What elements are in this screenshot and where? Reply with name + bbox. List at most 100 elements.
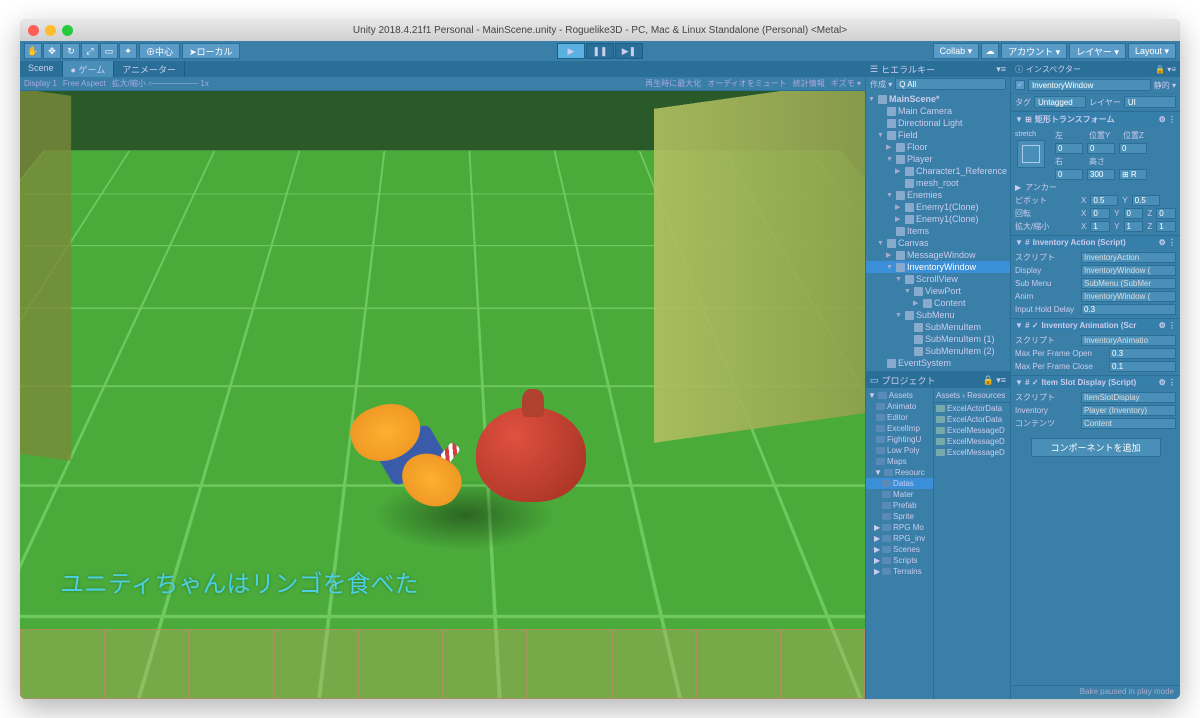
tab-scene[interactable]: Scene [20, 61, 63, 77]
project-folder[interactable]: ▶RPG Mo [866, 522, 933, 533]
cloud-icon[interactable]: ☁ [981, 43, 999, 59]
slot[interactable] [612, 629, 697, 699]
project-folder[interactable]: ▶Scenes [866, 544, 933, 555]
breadcrumb[interactable]: Assets › Resources [934, 390, 1010, 403]
project-folder[interactable]: Maps [866, 456, 933, 467]
hierarchy-item[interactable]: ▼Canvas [866, 237, 1010, 249]
gear-icon[interactable]: ⚙ ⋮ [1159, 378, 1176, 387]
inventory-action-header[interactable]: ▼ #Inventory Action (Script) ⚙ ⋮ [1011, 235, 1180, 249]
scale-tool-icon[interactable]: ⤢ [81, 43, 99, 59]
collab-button[interactable]: Collab ▾ [933, 43, 980, 59]
open-field[interactable]: 0.3 [1109, 348, 1176, 359]
project-folder[interactable]: ▶RPG_inv [866, 533, 933, 544]
project-folders[interactable]: ▼AssetsAnimatoEditorExcelImpFightingULow… [866, 388, 934, 699]
hierarchy-tree[interactable]: ▼MainScene*Main CameraDirectional Light▼… [866, 91, 1010, 371]
script-field[interactable]: InventoryAnimatio [1081, 335, 1176, 346]
scale-slider[interactable]: 拡大/縮小 ○──────── 1x [112, 78, 209, 89]
hierarchy-item[interactable]: ▼SubMenu [866, 309, 1010, 321]
project-folder[interactable]: Mater [866, 489, 933, 500]
right-field[interactable]: 0 [1055, 169, 1083, 180]
inventory-animation-header[interactable]: ▼ # ✓Inventory Animation (Scr ⚙ ⋮ [1011, 318, 1180, 332]
titlebar[interactable]: Unity 2018.4.21f1 Personal - MainScene.u… [20, 19, 1180, 41]
scale-x[interactable]: 1 [1090, 221, 1110, 232]
layers-button[interactable]: レイヤー ▾ [1069, 43, 1126, 59]
add-component-button[interactable]: コンポーネントを追加 [1031, 438, 1161, 457]
project-files[interactable]: Assets › Resources ExcelActorDataExcelAc… [934, 388, 1010, 699]
project-file[interactable]: ExcelActorData [934, 403, 1010, 414]
hierarchy-item[interactable]: SubMenuItem (1) [866, 333, 1010, 345]
gear-icon[interactable]: ⚙ ⋮ [1159, 115, 1176, 124]
name-field[interactable]: InventoryWindow [1028, 79, 1151, 91]
gizmos-toggle[interactable]: ギズモ ▾ [831, 78, 861, 89]
hierarchy-item[interactable]: ▼Field [866, 129, 1010, 141]
lock-icon[interactable]: 🔒 ▾≡ [1155, 65, 1176, 74]
hand-tool-icon[interactable]: ✋ [24, 43, 42, 59]
hierarchy-item[interactable]: SubMenuItem [866, 321, 1010, 333]
hierarchy-header[interactable]: ☰ ヒエラルキー ▾≡ [866, 61, 1010, 77]
rot-y[interactable]: 0 [1124, 208, 1144, 219]
content-field[interactable]: Content [1081, 418, 1176, 429]
hierarchy-item[interactable]: Directional Light [866, 117, 1010, 129]
hierarchy-item[interactable]: ▶Enemy1(Clone) [866, 201, 1010, 213]
hierarchy-item[interactable]: ▶Character1_Reference [866, 165, 1010, 177]
mute-toggle[interactable]: オーディオをミュート [707, 78, 786, 89]
play-button[interactable]: ▶ [557, 43, 585, 59]
game-viewport[interactable]: ユニティちゃんはリンゴを食べた [20, 91, 865, 699]
project-folder[interactable]: ExcelImp [866, 423, 933, 434]
slot[interactable] [696, 629, 781, 699]
project-folder[interactable]: Editor [866, 412, 933, 423]
project-folder[interactable]: FightingU [866, 434, 933, 445]
anchor-preset[interactable]: stretch [1011, 129, 1051, 181]
gear-icon[interactable]: ⚙ ⋮ [1159, 238, 1176, 247]
item-slot-display-header[interactable]: ▼ # ✓Item Slot Display (Script) ⚙ ⋮ [1011, 375, 1180, 389]
scale-y[interactable]: 1 [1124, 221, 1144, 232]
static-dropdown[interactable]: 静的 ▾ [1154, 80, 1176, 91]
hierarchy-item[interactable]: ▶Enemy1(Clone) [866, 213, 1010, 225]
hierarchy-item[interactable]: EventSystem [866, 357, 1010, 369]
layout-button[interactable]: Layout ▾ [1128, 43, 1176, 59]
blueprint-icon[interactable]: ⊞ R [1119, 169, 1147, 180]
slot[interactable] [274, 629, 359, 699]
posz-field[interactable]: 0 [1119, 143, 1147, 154]
account-button[interactable]: アカウント ▾ [1001, 43, 1067, 59]
project-folder[interactable]: ▼Resourc [866, 467, 933, 478]
rot-x[interactable]: 0 [1090, 208, 1110, 219]
slot[interactable] [189, 629, 274, 699]
inventory-field[interactable]: Player (Inventory) [1081, 405, 1176, 416]
layer-dropdown[interactable]: UI [1124, 96, 1176, 108]
project-folder[interactable]: ▼Assets [866, 390, 933, 401]
left-field[interactable]: 0 [1055, 143, 1083, 154]
hierarchy-item[interactable]: ▶Floor [866, 141, 1010, 153]
hierarchy-item[interactable]: ▶Content [866, 297, 1010, 309]
hierarchy-search[interactable]: Q All [895, 78, 1006, 90]
step-button[interactable]: ▶❚ [615, 43, 643, 59]
gear-icon[interactable]: ⚙ ⋮ [1159, 321, 1176, 330]
hierarchy-item[interactable]: ▼Player [866, 153, 1010, 165]
active-checkbox[interactable]: ✓ [1015, 80, 1025, 90]
anim-field[interactable]: InventoryWindow ( [1081, 291, 1176, 302]
project-file[interactable]: ExcelActorData [934, 414, 1010, 425]
scale-z[interactable]: 1 [1156, 221, 1176, 232]
hierarchy-item[interactable]: ▼ViewPort [866, 285, 1010, 297]
project-folder[interactable]: Datas [866, 478, 933, 489]
project-header[interactable]: ▭ プロジェクト 🔒 ▾≡ [866, 372, 1010, 388]
pivot-center-button[interactable]: ⊕中心 [139, 43, 180, 59]
rot-z[interactable]: 0 [1156, 208, 1176, 219]
panel-menu-icon[interactable]: 🔒 ▾≡ [983, 375, 1006, 386]
hierarchy-item[interactable]: SubMenuItem (2) [866, 345, 1010, 357]
slot[interactable] [20, 629, 105, 699]
pivot-x[interactable]: 0.5 [1090, 195, 1118, 206]
hierarchy-item[interactable]: Main Camera [866, 105, 1010, 117]
hierarchy-item[interactable]: ▼InventoryWindow [866, 261, 1010, 273]
stats-toggle[interactable]: 統計情報 [793, 78, 825, 89]
aspect-dropdown[interactable]: Free Aspect [63, 79, 106, 88]
pivot-local-button[interactable]: ➤ローカル [182, 43, 240, 59]
rotate-tool-icon[interactable]: ↻ [62, 43, 80, 59]
panel-menu-icon[interactable]: ▾≡ [996, 64, 1006, 75]
tab-animator[interactable]: アニメーター [114, 61, 185, 77]
slot[interactable] [443, 629, 528, 699]
project-file[interactable]: ExcelMessageD [934, 425, 1010, 436]
maximize-toggle[interactable]: 再生時に最大化 [645, 78, 701, 89]
project-file[interactable]: ExcelMessageD [934, 447, 1010, 458]
height-field[interactable]: 300 [1087, 169, 1115, 180]
